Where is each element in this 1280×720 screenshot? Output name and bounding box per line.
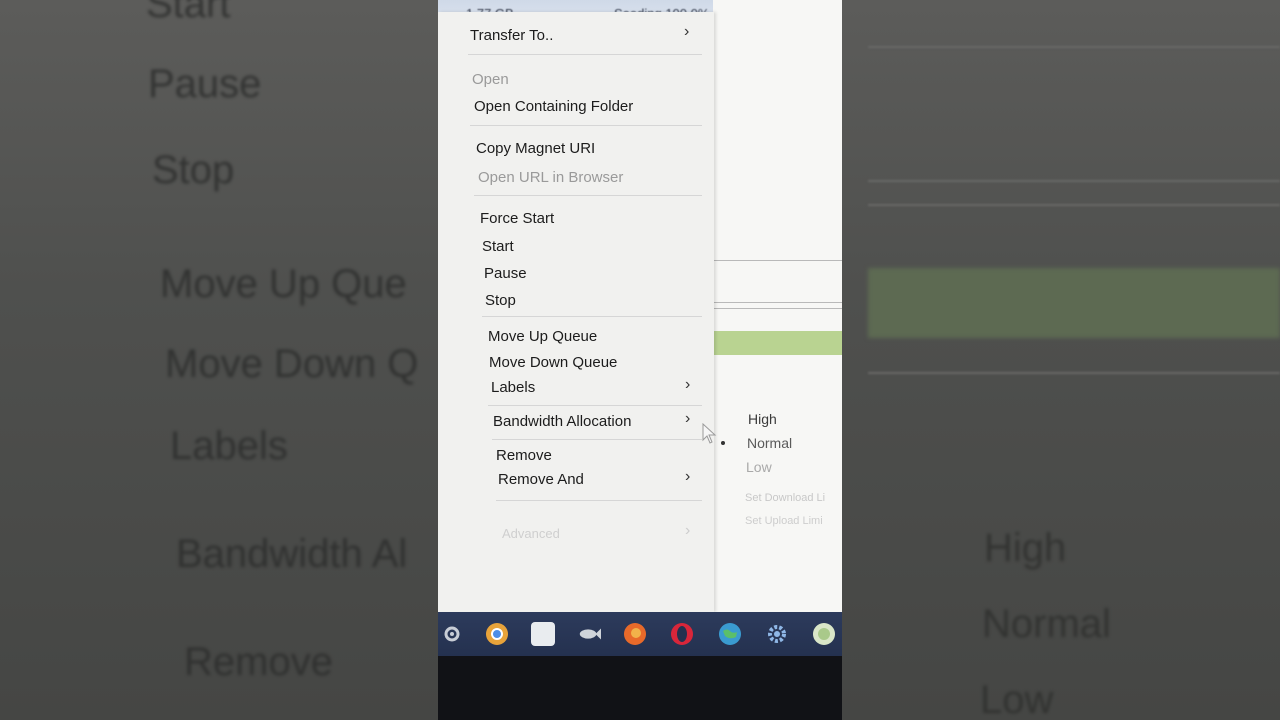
submenu-item-low[interactable]: Low <box>746 459 772 475</box>
menu-item-remove[interactable]: Remove <box>496 447 552 464</box>
chevron-right-icon: › <box>685 376 691 393</box>
submenu-item-set-download-limit[interactable]: Set Download Li <box>745 492 825 504</box>
zoom-text-move-up: Move Up Que <box>160 262 407 306</box>
blurred-zoom-left: Start Pause Stop Move Up Que Move Down Q… <box>0 0 438 720</box>
list-divider <box>713 260 842 261</box>
zoom-text-remove: Remove <box>184 640 333 684</box>
menu-item-move-down-queue[interactable]: Move Down Queue <box>489 354 617 371</box>
menu-item-advanced: Advanced <box>502 526 560 541</box>
mouse-cursor-icon <box>702 423 717 444</box>
globe-icon[interactable] <box>718 622 742 646</box>
menu-item-open-url-in-browser: Open URL in Browser <box>478 169 624 186</box>
zoom-line <box>868 372 1280 374</box>
menu-separator <box>470 125 702 126</box>
zoom-line <box>868 180 1280 182</box>
selected-torrent-row[interactable] <box>713 331 842 355</box>
menu-item-force-start[interactable]: Force Start <box>480 210 554 227</box>
submenu-item-high[interactable]: High <box>748 411 777 427</box>
zoom-text-low: Low <box>980 678 1054 720</box>
submenu-item-set-upload-limit[interactable]: Set Upload Limi <box>745 515 823 527</box>
menu-separator <box>488 405 702 406</box>
zoom-text-pause: Pause <box>148 62 262 106</box>
zoom-text-normal: Normal <box>982 602 1111 646</box>
monitor-bezel <box>438 656 842 720</box>
menu-item-move-up-queue[interactable]: Move Up Queue <box>488 328 597 345</box>
zoom-text-move-down: Move Down Q <box>165 342 419 386</box>
zoom-text-labels: Labels <box>170 424 288 468</box>
firefox-icon[interactable] <box>623 622 647 646</box>
blurred-zoom-right: High Normal Low <box>842 0 1280 720</box>
zoom-text-bandwidth: Bandwidth Al <box>176 532 408 576</box>
menu-item-stop[interactable]: Stop <box>485 292 516 309</box>
zoom-text-stop: Stop <box>152 148 235 192</box>
selected-dot-icon <box>721 441 725 445</box>
menu-item-copy-magnet-uri[interactable]: Copy Magnet URI <box>476 140 595 157</box>
taskbar <box>438 612 842 656</box>
menu-item-open-containing-folder[interactable]: Open Containing Folder <box>474 98 633 115</box>
zoom-text-high: High <box>984 526 1067 570</box>
chevron-right-icon: › <box>684 23 690 40</box>
menu-item-remove-and[interactable]: Remove And <box>498 471 584 488</box>
context-menu: Transfer To.. › Open Open Containing Fol… <box>438 12 714 612</box>
screen-area: 1.77 GB Seeding 100.0% 2. Transfer To.. … <box>438 0 842 720</box>
menu-item-bandwidth-allocation[interactable]: Bandwidth Allocation <box>493 413 631 430</box>
menu-item-labels[interactable]: Labels <box>491 379 535 396</box>
zoom-green-band <box>868 268 1280 338</box>
menu-separator <box>482 316 702 317</box>
notes-icon[interactable] <box>531 622 555 646</box>
chat-icon[interactable] <box>812 622 836 646</box>
menu-separator <box>492 439 702 440</box>
menu-separator <box>468 54 702 55</box>
chevron-right-icon: › <box>685 468 691 485</box>
fish-icon[interactable] <box>577 622 601 646</box>
menu-separator <box>496 500 702 501</box>
menu-item-transfer-to[interactable]: Transfer To.. <box>470 27 553 44</box>
list-divider <box>713 302 842 303</box>
zoom-text-start: Start <box>146 0 231 26</box>
chevron-right-icon: › <box>685 522 691 539</box>
menu-separator <box>474 195 702 196</box>
gear-icon[interactable] <box>765 622 789 646</box>
chrome-icon[interactable] <box>485 622 509 646</box>
chevron-right-icon: › <box>685 410 691 427</box>
menu-item-start[interactable]: Start <box>482 238 514 255</box>
menu-item-open: Open <box>472 71 509 88</box>
zoom-line <box>868 204 1280 206</box>
zoom-line <box>868 46 1280 48</box>
opera-icon[interactable] <box>670 622 694 646</box>
list-divider <box>713 308 842 309</box>
settings-icon[interactable] <box>440 622 464 646</box>
submenu-item-normal[interactable]: Normal <box>747 435 792 451</box>
menu-item-pause[interactable]: Pause <box>484 265 527 282</box>
